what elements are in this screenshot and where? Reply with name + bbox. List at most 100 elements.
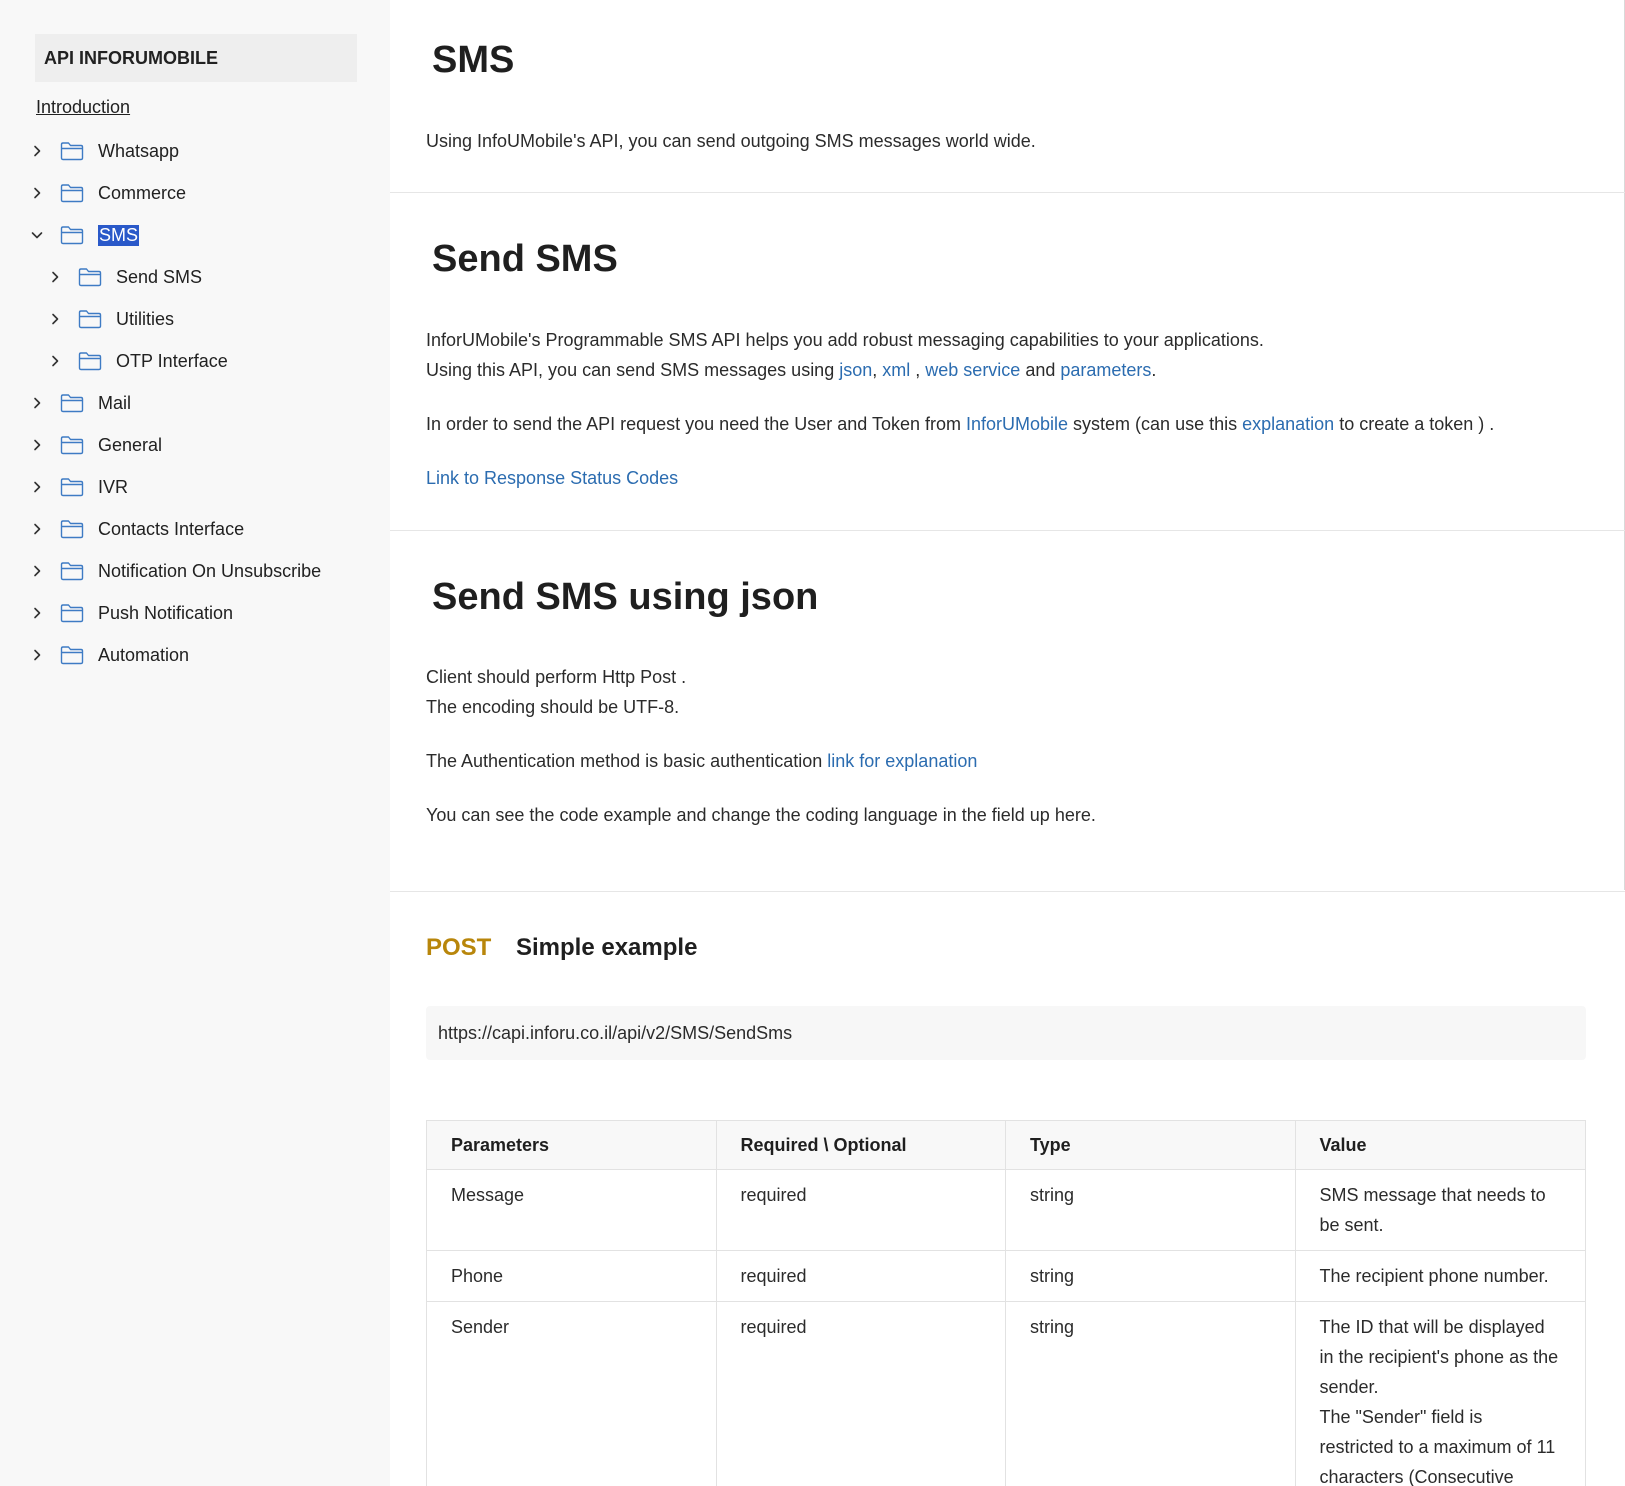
json-line2: The encoding should be UTF-8. <box>426 697 680 717</box>
table-row: Sender required string The ID that will be … <box>427 1302 1585 1486</box>
folder-icon <box>78 267 102 287</box>
sidebar-item-commerce[interactable]: Commerce <box>0 172 390 214</box>
example-title: Simple example <box>516 934 698 961</box>
sms-description: Using InfoUMobile's API, you can send ou… <box>426 131 1036 151</box>
sidebar-item-contacts-interface[interactable]: Contacts Interface <box>0 508 390 550</box>
folder-icon <box>60 225 84 245</box>
sidebar-item-label: Commerce <box>98 182 187 203</box>
sidebar-item-label: Send SMS <box>116 266 203 287</box>
table-cell: string <box>1006 1170 1296 1250</box>
sidebar-item-send-sms[interactable]: Send SMS <box>0 256 390 298</box>
column-header: Type <box>1006 1121 1296 1169</box>
section-divider <box>390 530 1625 531</box>
sidebar: API INFORUMOBILE Introduction Whatsapp Co… <box>0 0 390 1486</box>
link-explanation[interactable]: explanation <box>1242 414 1334 434</box>
chevron-right-icon[interactable] <box>30 480 44 494</box>
sidebar-item-label: IVR <box>98 476 129 497</box>
chevron-down-icon[interactable] <box>30 228 44 242</box>
send-sms-line2-prefix: Using this API, you can send SMS message… <box>426 360 840 380</box>
chevron-right-icon[interactable] <box>30 186 44 200</box>
folder-icon <box>60 393 84 413</box>
link-xml[interactable]: xml <box>882 360 910 380</box>
chevron-right-icon[interactable] <box>30 144 44 158</box>
brand-title: API INFORUMOBILE <box>35 34 357 82</box>
chevron-right-icon[interactable] <box>30 564 44 578</box>
and-text: and <box>1020 360 1061 380</box>
table-header-row: Parameters Required \ Optional Type Value <box>427 1121 1585 1170</box>
chevron-right-icon[interactable] <box>30 648 44 662</box>
chevron-right-icon[interactable] <box>30 396 44 410</box>
table-cell: The ID that will be displayed in the rec… <box>1319 1317 1559 1486</box>
table-cell: required <box>717 1170 1006 1250</box>
json-line1: Client should perform Http Post . <box>426 667 687 687</box>
folder-icon <box>60 141 84 161</box>
folder-icon <box>60 435 84 455</box>
token-mid: system (can use this <box>1068 414 1243 434</box>
sidebar-item-push-notification[interactable]: Push Notification <box>0 592 390 634</box>
parameters-table: Parameters Required \ Optional Type Value Me… <box>426 1120 1586 1486</box>
folder-icon <box>60 183 84 203</box>
chevron-right-icon[interactable] <box>30 438 44 452</box>
link-response-status-codes[interactable]: Link to Response Status Codes <box>426 468 678 488</box>
token-prefix: In order to send the API request you nee… <box>426 414 966 434</box>
table-cell: Phone <box>427 1251 717 1301</box>
sidebar-item-notification-on-unsubscribe[interactable]: Notification On Unsubscribe <box>0 550 390 592</box>
send-sms-token-paragraph: In order to send the API request you nee… <box>426 409 1606 439</box>
link-for-explanation[interactable]: link for explanation <box>827 751 977 771</box>
chevron-right-icon[interactable] <box>48 354 62 368</box>
table-cell: string <box>1006 1251 1296 1301</box>
sidebar-item-otp-interface[interactable]: OTP Interface <box>0 340 390 382</box>
column-header: Value <box>1319 1135 1367 1155</box>
table-cell: required <box>717 1302 1006 1486</box>
status-codes-paragraph: Link to Response Status Codes <box>426 463 1606 493</box>
sidebar-item-utilities[interactable]: Utilities <box>0 298 390 340</box>
sidebar-item-ivr[interactable]: IVR <box>0 466 390 508</box>
link-web-service[interactable]: web service <box>925 360 1020 380</box>
link-parameters[interactable]: parameters <box>1060 360 1151 380</box>
sidebar-item-label: Whatsapp <box>98 140 180 161</box>
sidebar-item-sms[interactable]: SMS <box>0 214 390 256</box>
link-json[interactable]: json <box>839 360 872 380</box>
column-header: Required \ Optional <box>717 1121 1006 1169</box>
chevron-right-icon[interactable] <box>30 606 44 620</box>
table-cell: Message <box>427 1170 717 1250</box>
link-inforumobile[interactable]: InforUMobile <box>966 414 1068 434</box>
comma: , <box>910 360 926 380</box>
sidebar-link-introduction[interactable]: Introduction <box>36 94 130 120</box>
sidebar-item-label: Notification On Unsubscribe <box>98 560 322 581</box>
send-sms-paragraph: InforUMobile's Programmable SMS API help… <box>426 325 1606 385</box>
chevron-right-icon[interactable] <box>30 522 44 536</box>
chevron-right-icon[interactable] <box>48 270 62 284</box>
endpoint-url[interactable]: https://capi.inforu.co.il/api/v2/SMS/Sen… <box>426 1006 1586 1060</box>
table-cell: required <box>717 1251 1006 1301</box>
folder-icon <box>60 645 84 665</box>
sidebar-item-automation[interactable]: Automation <box>0 634 390 676</box>
table-cell: The recipient phone number. <box>1319 1266 1549 1286</box>
section-title-send-json: Send SMS using json <box>432 576 819 618</box>
folder-icon <box>60 477 84 497</box>
folder-icon <box>78 351 102 371</box>
column-header: Parameters <box>427 1121 717 1169</box>
token-suffix: to create a token ) . <box>1334 414 1495 434</box>
sidebar-item-whatsapp[interactable]: Whatsapp <box>0 130 390 172</box>
json-paragraph-1: Client should perform Http Post . The en… <box>426 662 1606 722</box>
main-content: SMS Using InfoUMobile's API, you can sen… <box>390 0 1625 1486</box>
section-title-send-sms: Send SMS <box>432 238 618 280</box>
sidebar-item-label: Contacts Interface <box>98 518 245 539</box>
auth-prefix: The Authentication method is basic authe… <box>426 751 828 771</box>
sidebar-item-general[interactable]: General <box>0 424 390 466</box>
folder-icon <box>60 519 84 539</box>
sidebar-nav: Whatsapp Commerce SMS Send SMS Utilities OTP … <box>0 130 390 676</box>
section-divider <box>390 891 1625 892</box>
folder-icon <box>60 603 84 623</box>
page-title-sms: SMS <box>432 39 515 81</box>
folder-icon <box>60 561 84 581</box>
table-cell: Sender <box>427 1302 717 1486</box>
sidebar-item-mail[interactable]: Mail <box>0 382 390 424</box>
json-auth-paragraph: The Authentication method is basic authe… <box>426 746 1606 776</box>
send-sms-line1: InforUMobile's Programmable SMS API help… <box>426 330 1264 350</box>
chevron-right-icon[interactable] <box>48 312 62 326</box>
table-cell: SMS message that needs to be sent. <box>1319 1185 1546 1235</box>
table-row: Message required string SMS message that ne… <box>427 1170 1585 1251</box>
section-divider <box>390 192 1625 193</box>
